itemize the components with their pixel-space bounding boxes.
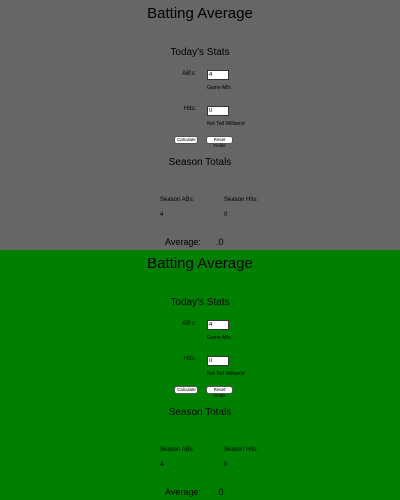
hits-input[interactable] <box>207 356 229 366</box>
season-abs-value: 4 <box>160 462 164 468</box>
abs-hint: Game ABs <box>207 85 231 91</box>
season-abs-label: Season ABs: <box>160 447 195 453</box>
todays-stats-heading: Today's Stats <box>170 47 230 58</box>
hits-input[interactable] <box>207 106 229 116</box>
todays-stats-heading: Today's Stats <box>170 297 230 308</box>
panel-top: Batting Average Today's Stats AB's: Game… <box>0 0 400 250</box>
hits-label: Hits: <box>184 356 196 362</box>
abs-input[interactable] <box>207 70 229 80</box>
season-hits-label: Season Hits: <box>224 447 259 453</box>
average-label: Average: <box>165 237 201 247</box>
average-value: .0 <box>216 487 224 497</box>
abs-label: AB's: <box>182 321 196 327</box>
abs-input[interactable] <box>207 320 229 330</box>
season-totals-heading: Season Totals <box>168 407 232 418</box>
average-value: .0 <box>216 237 224 247</box>
season-abs-label: Season ABs: <box>160 197 195 203</box>
panel-bottom: Batting Average Today's Stats AB's: Game… <box>0 250 400 500</box>
page-title: Batting Average <box>147 5 253 22</box>
average-label: Average: <box>165 487 201 497</box>
abs-hint: Game ABs <box>207 335 231 341</box>
reset-fields-button[interactable]: Reset Fields <box>206 136 233 148</box>
hits-label: Hits: <box>184 106 196 112</box>
calculate-button[interactable]: Calculate <box>174 386 198 394</box>
season-hits-value: 0 <box>224 462 228 468</box>
hits-hint: Not Ted Williams! <box>207 371 246 377</box>
season-totals-heading: Season Totals <box>168 157 232 168</box>
calculate-button[interactable]: Calculate <box>174 136 198 144</box>
page-title: Batting Average <box>147 255 253 272</box>
hits-hint: Not Ted Williams! <box>207 121 246 127</box>
season-hits-label: Season Hits: <box>224 197 259 203</box>
season-abs-value: 4 <box>160 212 164 218</box>
season-hits-value: 0 <box>224 212 228 218</box>
reset-fields-button[interactable]: Reset Fields <box>206 386 233 398</box>
abs-label: AB's: <box>182 71 196 77</box>
